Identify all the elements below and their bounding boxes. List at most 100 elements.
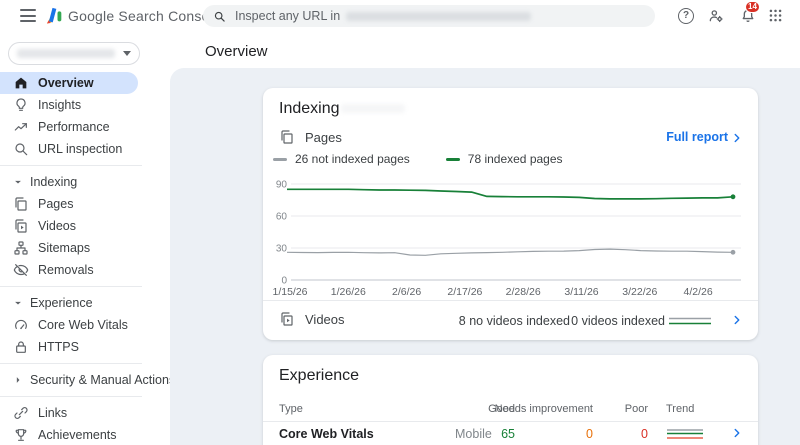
divider [0, 396, 142, 397]
sidebar-item-core-web-vitals[interactable]: Core Web Vitals [0, 314, 170, 336]
row-device-label: Mobile [455, 427, 492, 441]
chevron-right-icon [16, 377, 20, 383]
sidebar-label: Links [38, 406, 68, 420]
notification-count-badge: 14 [745, 1, 760, 13]
sidebar-item-links[interactable]: Links [0, 402, 170, 424]
main-content-area: Indexing Pages Full report 26 not indexe… [170, 68, 800, 445]
topbar: Google Search Console Inspect any URL in… [0, 0, 800, 32]
line-chart-canvas: 0 30 60 90 [276, 180, 741, 287]
legend-indexed[interactable]: 78 indexed pages [445, 152, 563, 166]
x-tick-label: 2/17/26 [447, 286, 483, 298]
x-tick-label: 1/15/26 [272, 286, 308, 298]
chevron-down-icon [15, 301, 21, 305]
divider [0, 165, 142, 166]
sidebar-item-achievements[interactable]: Achievements [0, 424, 170, 445]
core-web-vitals-icon [15, 319, 27, 330]
x-tick-label: 1/26/26 [330, 286, 366, 298]
chevron-down-icon [123, 51, 131, 56]
legend-label-indexed: 78 indexed pages [467, 152, 563, 166]
page-title: Overview [205, 43, 268, 60]
sidebar-item-https[interactable]: HTTPS [0, 336, 170, 358]
sidebar-label: Core Web Vitals [38, 318, 128, 332]
full-report-link[interactable]: Full report [666, 130, 728, 144]
videos-row-label: Videos [305, 312, 345, 327]
indexing-card: Indexing Pages Full report 26 not indexe… [263, 88, 758, 340]
menu-icon[interactable] [20, 9, 36, 23]
sidebar-item-url-inspection[interactable]: URL inspection [0, 138, 170, 160]
videos-trend-sparkline [668, 314, 712, 332]
header-band: Overview [0, 32, 800, 68]
x-tick-label: 2/28/26 [505, 286, 541, 298]
sidebar-item-overview[interactable]: Overview [0, 72, 138, 94]
redacted-property-name [17, 49, 115, 58]
column-type: Type [279, 403, 303, 415]
sidebar-label: Sitemaps [38, 241, 91, 255]
sidebar-label: Achievements [38, 428, 117, 442]
divider [263, 300, 758, 301]
sidebar-label: Performance [38, 120, 110, 134]
sidebar-label: Security & Manual Actions [30, 373, 176, 387]
sitemaps-icon [14, 241, 28, 255]
pages-report-row[interactable]: Pages Full report [263, 126, 758, 150]
sidebar-item-performance[interactable]: Performance [0, 116, 170, 138]
sidebar-label: Videos [38, 219, 76, 233]
pages-row-label: Pages [305, 130, 342, 145]
sidebar-item-sitemaps[interactable]: Sitemaps [0, 237, 170, 259]
videos-indexed-stat: 0 videos indexed [571, 314, 665, 328]
videos-icon [281, 312, 293, 326]
chevron-right-icon[interactable] [730, 426, 744, 440]
app-title: Google Search Console [68, 8, 221, 24]
user-settings-icon[interactable] [708, 8, 724, 24]
legend-dash-green [445, 157, 460, 161]
sidebar-item-removals[interactable]: Removals [0, 259, 170, 281]
chart-legend: 26 not indexed pages 78 indexed pages [273, 152, 563, 166]
url-inspection-icon [15, 143, 28, 156]
overview-icon [15, 77, 27, 89]
redacted-property-url [346, 11, 532, 21]
achievements-icon [15, 429, 27, 441]
sidebar-label: HTTPS [38, 340, 79, 354]
https-icon [16, 341, 26, 353]
row-needs-improvement-value: 0 [586, 427, 593, 441]
videos-not-indexed-stat: 8 no videos indexed [458, 314, 570, 328]
column-needs-improvement: Needs improvement [494, 403, 593, 415]
sidebar-label: Insights [38, 98, 82, 112]
svg-text:90: 90 [276, 180, 288, 191]
sidebar-group-experience[interactable]: Experience [0, 292, 170, 314]
sidebar-label: Indexing [30, 175, 78, 189]
chevron-right-icon[interactable] [730, 131, 744, 145]
search-console-logo-icon [44, 5, 64, 27]
divider [0, 286, 142, 287]
legend-label-not-indexed: 26 not indexed pages [295, 152, 410, 166]
svg-text:30: 30 [276, 244, 288, 255]
sidebar-item-insights[interactable]: Insights [0, 94, 170, 116]
sidebar-label: Overview [38, 76, 94, 90]
search-prefix-text: Inspect any URL in [235, 9, 341, 23]
search-icon [214, 11, 225, 22]
sidebar-item-videos[interactable]: Videos [0, 215, 170, 237]
chevron-right-icon[interactable] [730, 313, 744, 327]
row-good-value: 65 [501, 427, 515, 441]
google-apps-grid-icon[interactable] [768, 8, 784, 24]
sidebar-label: Experience [30, 296, 93, 310]
property-selector-dropdown[interactable] [8, 42, 140, 65]
sidebar-group-security-manual-actions[interactable]: Security & Manual Actions [0, 369, 175, 391]
performance-icon [14, 123, 27, 131]
legend-not-indexed[interactable]: 26 not indexed pages [273, 152, 410, 166]
sidebar-group-indexing[interactable]: Indexing [0, 171, 170, 193]
divider [0, 363, 142, 364]
videos-report-row[interactable]: Videos 8 no videos indexed 0 videos inde… [263, 308, 758, 332]
svg-text:60: 60 [276, 212, 288, 223]
x-tick-label: 2/6/26 [391, 286, 422, 298]
sidebar-nav: Overview Insights Performance URL inspectio… [0, 68, 175, 445]
sidebar-label: Pages [38, 197, 74, 211]
url-inspect-search-input[interactable]: Inspect any URL in [203, 5, 655, 27]
sidebar-item-pages[interactable]: Pages [0, 193, 170, 215]
videos-icon [15, 219, 27, 233]
row-poor-value: 0 [641, 427, 648, 441]
x-tick-label: 3/11/26 [564, 286, 599, 298]
help-icon[interactable]: ? [678, 8, 694, 24]
indexing-trend-chart: 0 30 60 90 1/15/26 1/26/26 2/6/26 2/17/26 2/28/… [272, 174, 748, 300]
x-tick-label: 3/22/26 [622, 286, 658, 298]
google-search-console-app: Google Search Console Inspect any URL in… [0, 0, 800, 445]
